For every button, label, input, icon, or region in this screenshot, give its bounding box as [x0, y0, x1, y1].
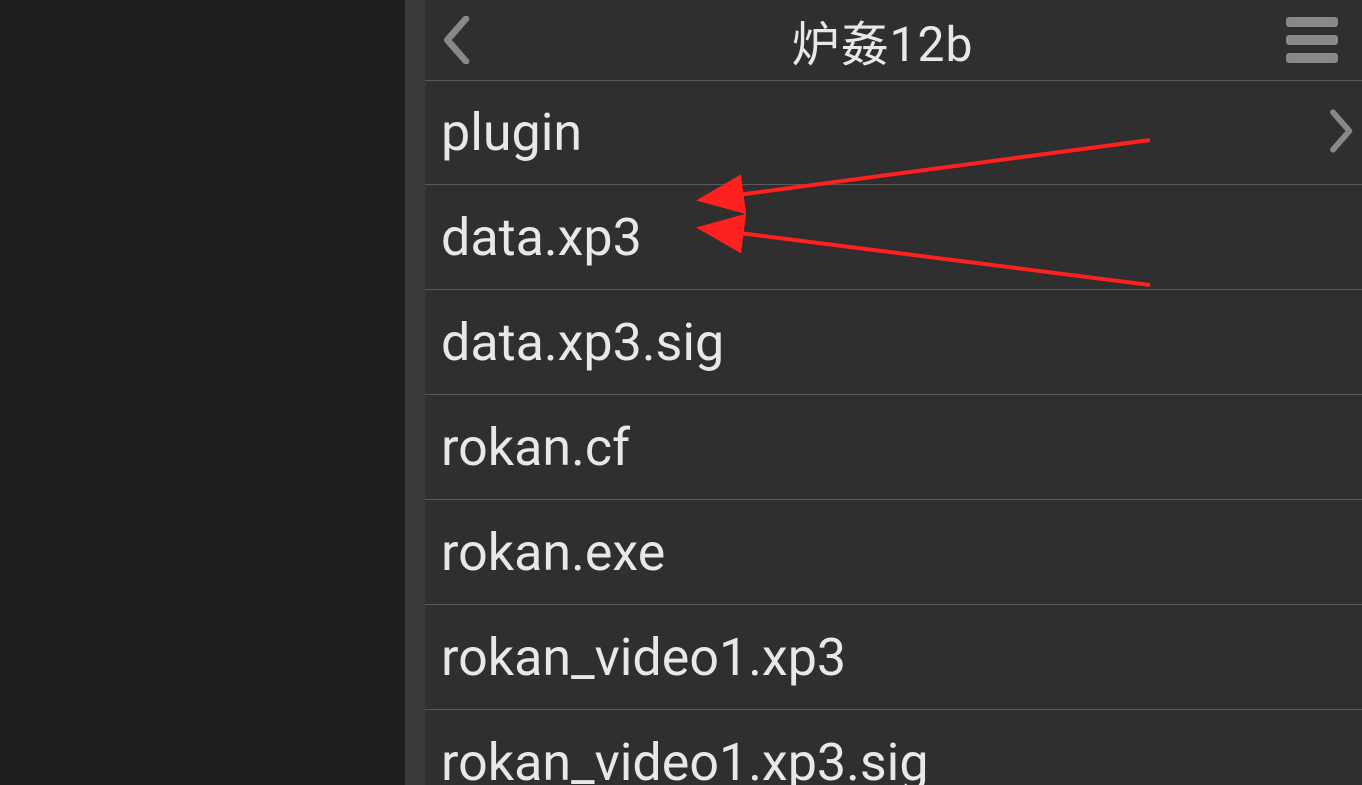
file-name-label: data.xp3.sig: [441, 312, 724, 373]
file-name-label: rokan.exe: [441, 522, 665, 583]
file-item-rokan-video1-xp3[interactable]: rokan_video1.xp3: [425, 605, 1362, 710]
file-item-data-xp3-sig[interactable]: data.xp3.sig: [425, 290, 1362, 395]
file-name-label: rokan_video1.xp3: [441, 627, 846, 688]
file-list: plugin data.xp3 data.xp3.sig rokan.cf ro…: [425, 80, 1362, 785]
hamburger-icon: [1286, 53, 1338, 63]
back-button[interactable]: [433, 15, 483, 65]
file-item-rokan-video1-xp3-sig[interactable]: rokan_video1.xp3.sig: [425, 710, 1362, 785]
file-item-rokan-cf[interactable]: rokan.cf: [425, 395, 1362, 500]
menu-button[interactable]: [1282, 15, 1342, 65]
file-name-label: data.xp3: [441, 207, 642, 268]
hamburger-icon: [1286, 17, 1338, 27]
file-item-rokan-exe[interactable]: rokan.exe: [425, 500, 1362, 605]
left-sidebar-panel: [0, 0, 405, 785]
hamburger-icon: [1286, 35, 1338, 45]
file-name-label: plugin: [441, 102, 582, 163]
chevron-right-icon: [1326, 109, 1354, 157]
file-name-label: rokan_video1.xp3.sig: [441, 732, 929, 785]
file-name-label: rokan.cf: [441, 417, 630, 478]
folder-item-plugin[interactable]: plugin: [425, 80, 1362, 185]
chevron-left-icon: [442, 16, 474, 64]
file-browser-panel: 炉姦12b plugin data.xp3 data.xp3.sig rokan…: [425, 0, 1362, 785]
page-title: 炉姦12b: [792, 5, 974, 75]
file-item-data-xp3[interactable]: data.xp3: [425, 185, 1362, 290]
scrollbar-track[interactable]: [405, 0, 425, 785]
header-bar: 炉姦12b: [425, 0, 1362, 80]
